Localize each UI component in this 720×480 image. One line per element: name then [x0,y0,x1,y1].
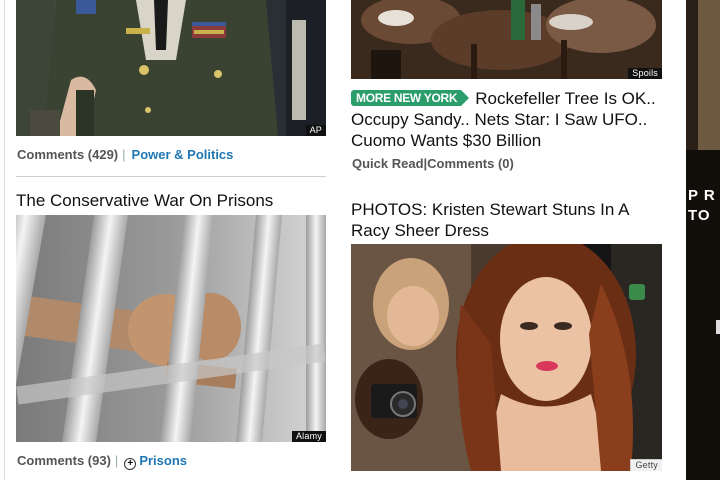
headline-line: PHOTOS: Kristen Stewart Stuns In A [351,200,630,219]
spoils-image [351,0,662,79]
kristen-stewart-image [351,244,662,471]
kristen-stewart-photo[interactable]: Getty [351,244,662,471]
photo-credit: AP [305,125,326,136]
quick-read-link[interactable]: Quick Read [352,156,424,171]
story-divider [16,176,326,177]
roundup-link-2[interactable]: Occupy Sandy.. Nets Star: I Saw UFO.. [351,109,647,130]
section-link-power-politics[interactable]: Power & Politics [132,147,234,162]
photo-credit: Getty [630,459,662,471]
ad-text-line-1: P R [688,187,716,204]
left-border [4,0,5,480]
section-link-prisons[interactable]: Prisons [139,453,187,468]
military-officer-photo[interactable]: AP [16,0,326,136]
story-meta: Comments (93) | + Prisons [17,453,187,470]
ad-text-line-2: TO [688,207,711,224]
roundup-meta: Quick Read|Comments (0) [352,156,514,171]
roundup-link-3[interactable]: Cuomo Wants $30 Billion [351,130,541,151]
meta-separator: | [114,453,119,468]
photo-credit: Alamy [291,431,326,442]
photo-credit: Spoils [628,68,662,79]
meta-separator: | [122,147,126,162]
prison-bars-photo[interactable]: Alamy [16,215,326,442]
roundup-line-1: MORE NEW YORK Rockefeller Tree Is OK.. [351,88,656,109]
story-headline[interactable]: The Conservative War On Prisons [16,190,273,211]
prison-bars-image [16,215,326,442]
military-officer-image [16,0,326,136]
spoils-photo[interactable]: Spoils [351,0,662,79]
follow-plus-icon[interactable]: + [124,458,137,470]
comments-link[interactable]: Comments (93) [17,453,111,468]
comments-link[interactable]: Comments (0) [427,156,514,171]
story-headline[interactable]: PHOTOS: Kristen Stewart Stuns In A Racy … [351,199,629,241]
comments-link[interactable]: Comments (429) [17,147,118,162]
roundup-link-1[interactable]: Rockefeller Tree Is OK.. [475,89,655,108]
ad-background-image [686,0,720,480]
right-ad-panel[interactable]: P R TO [686,0,720,480]
more-new-york-badge[interactable]: MORE NEW YORK [351,90,470,106]
headline-line: Racy Sheer Dress [351,221,489,240]
story-meta: Comments (429) | Power & Politics [17,147,233,162]
